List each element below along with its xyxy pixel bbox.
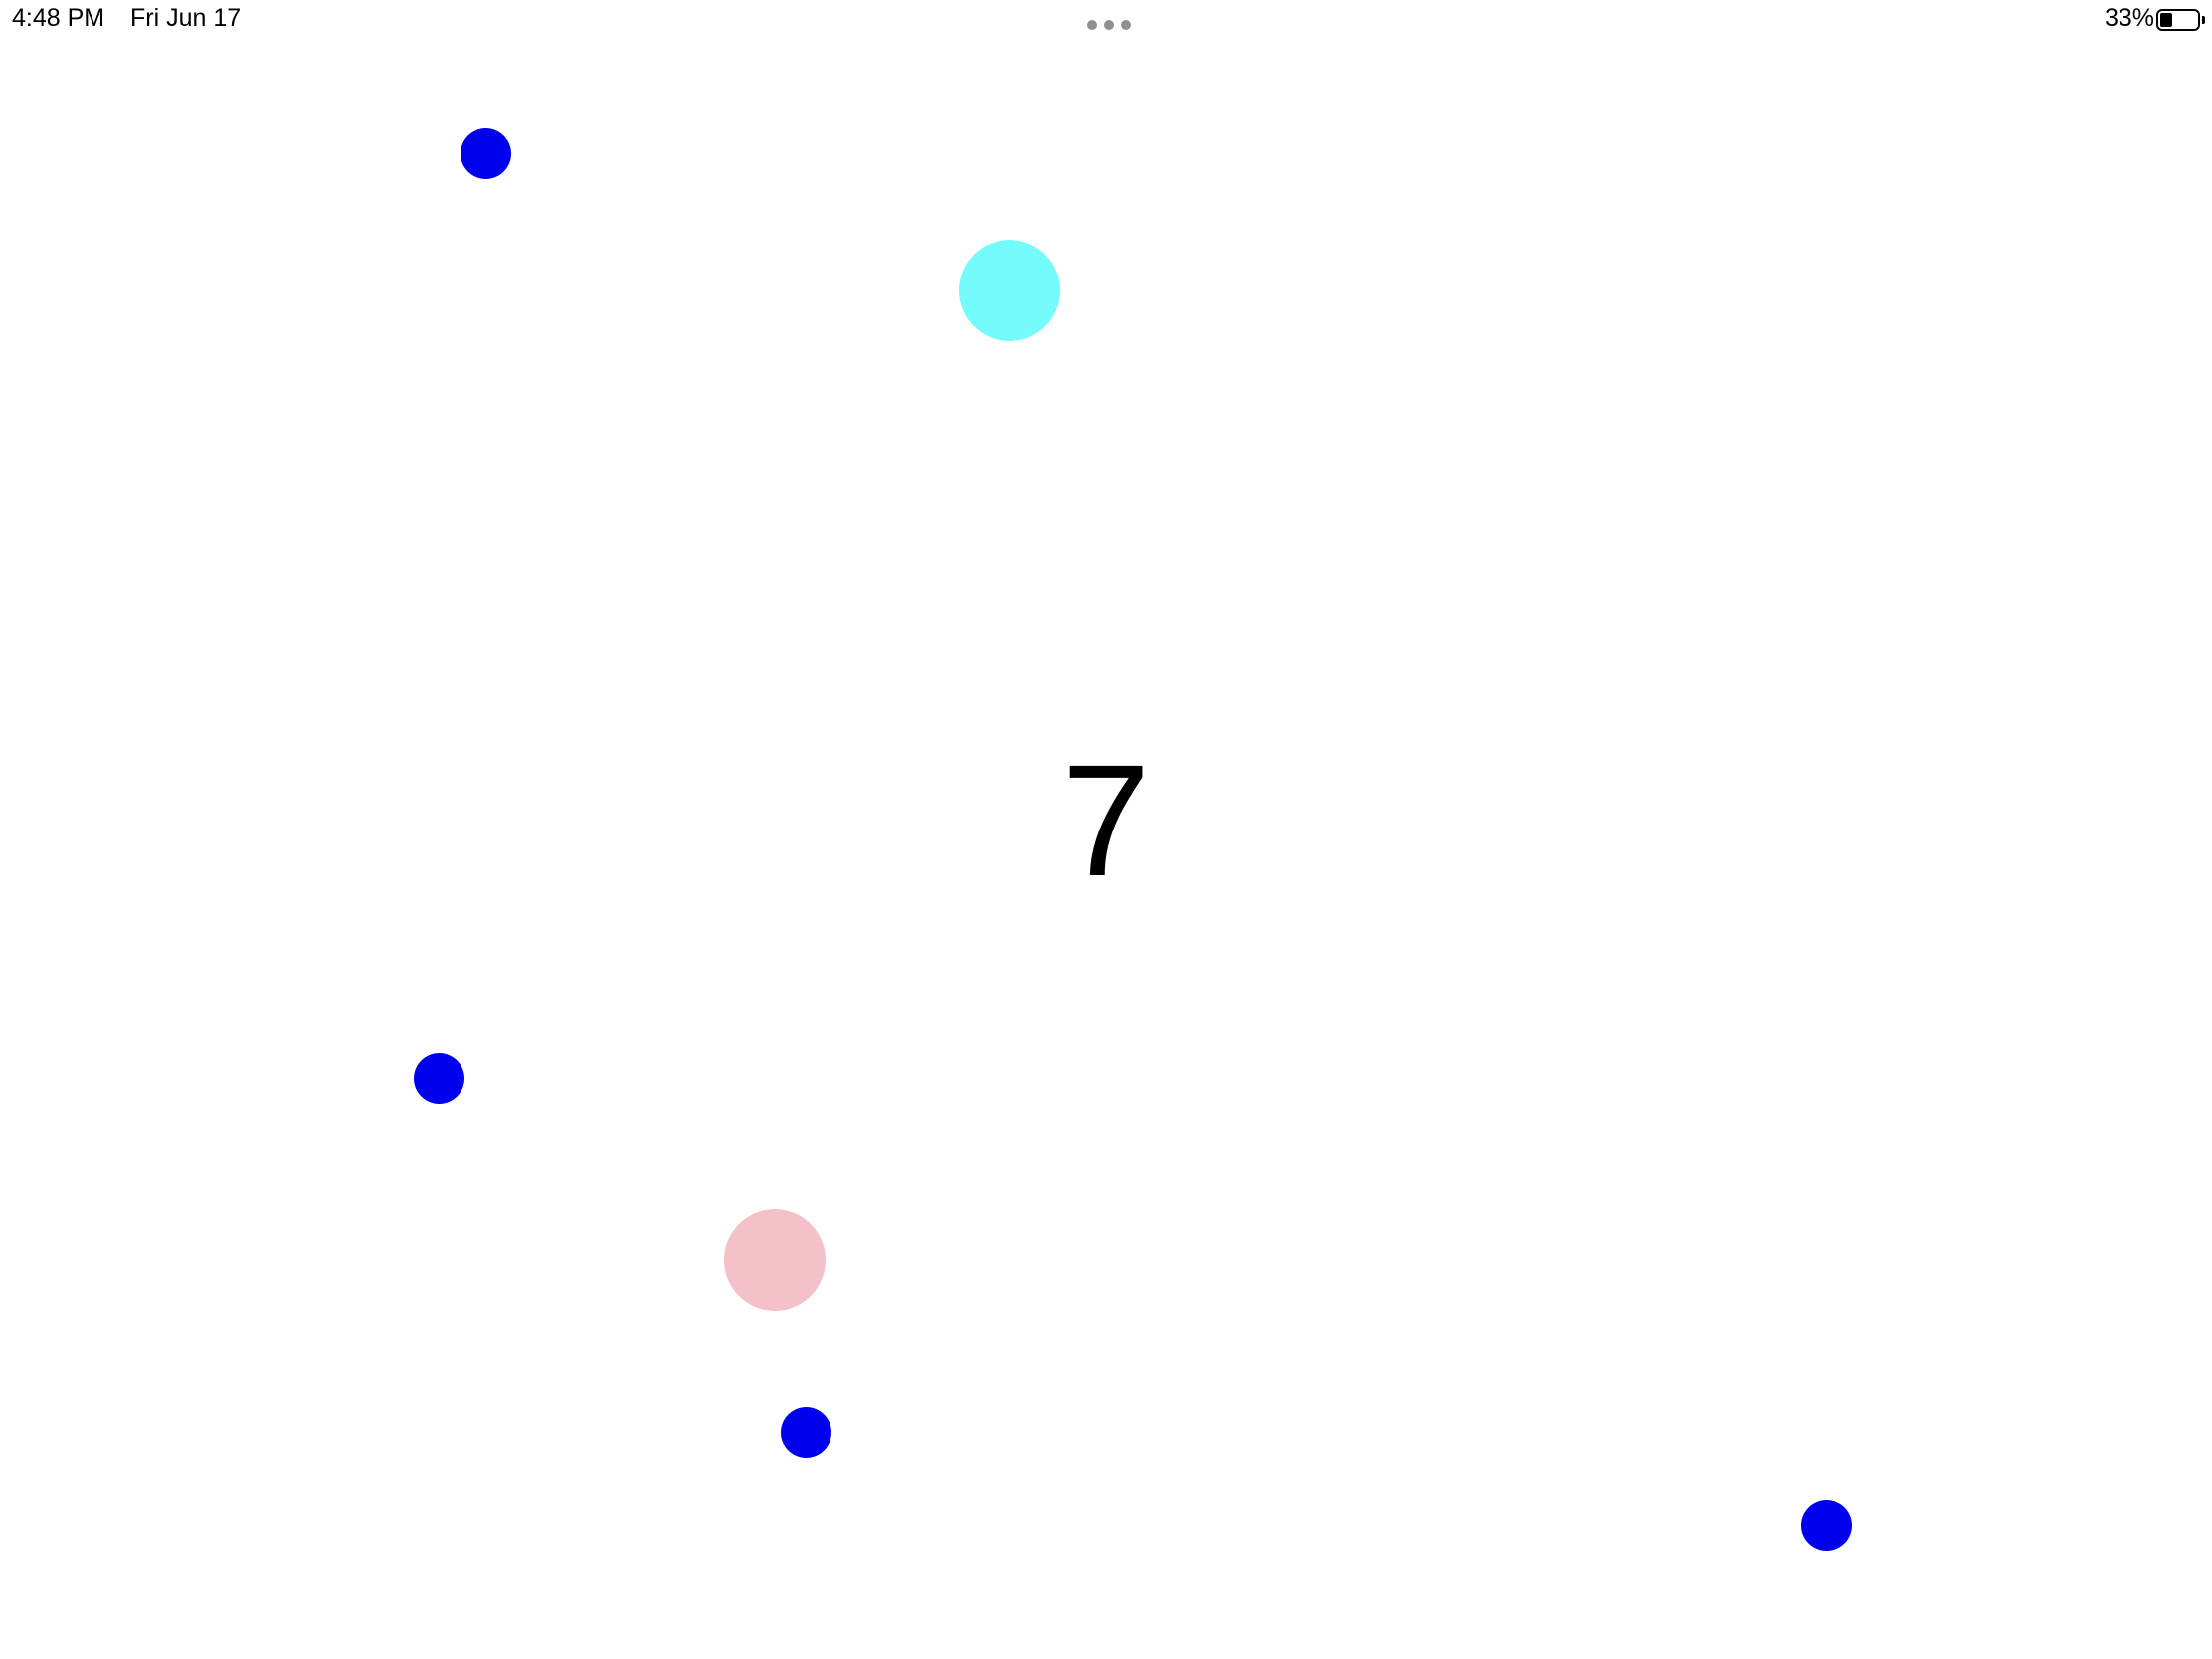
battery-icon xyxy=(2156,9,2200,31)
ellipsis-dot xyxy=(1087,20,1097,30)
blue-dot-target[interactable] xyxy=(461,128,511,179)
status-time: 4:48 PM xyxy=(12,4,105,32)
battery-level-fill xyxy=(2160,13,2172,27)
status-bar: 4:48 PM Fri Jun 17 33% xyxy=(0,0,2212,48)
status-date: Fri Jun 17 xyxy=(130,4,242,32)
blue-dot-target[interactable] xyxy=(414,1053,464,1104)
battery-cap xyxy=(2202,16,2205,24)
game-screen[interactable]: 4:48 PM Fri Jun 17 33% 7 xyxy=(0,0,2212,1659)
blue-dot-target[interactable] xyxy=(781,1407,831,1458)
pink-dot-target[interactable] xyxy=(724,1209,826,1311)
score-counter: 7 xyxy=(1061,731,1151,909)
cyan-dot-target[interactable] xyxy=(959,240,1060,341)
multitask-ellipsis-icon[interactable] xyxy=(1087,20,1131,30)
blue-dot-target[interactable] xyxy=(1801,1500,1852,1551)
battery-percent: 33% xyxy=(2104,4,2154,32)
ellipsis-dot xyxy=(1104,20,1114,30)
ellipsis-dot xyxy=(1121,20,1131,30)
